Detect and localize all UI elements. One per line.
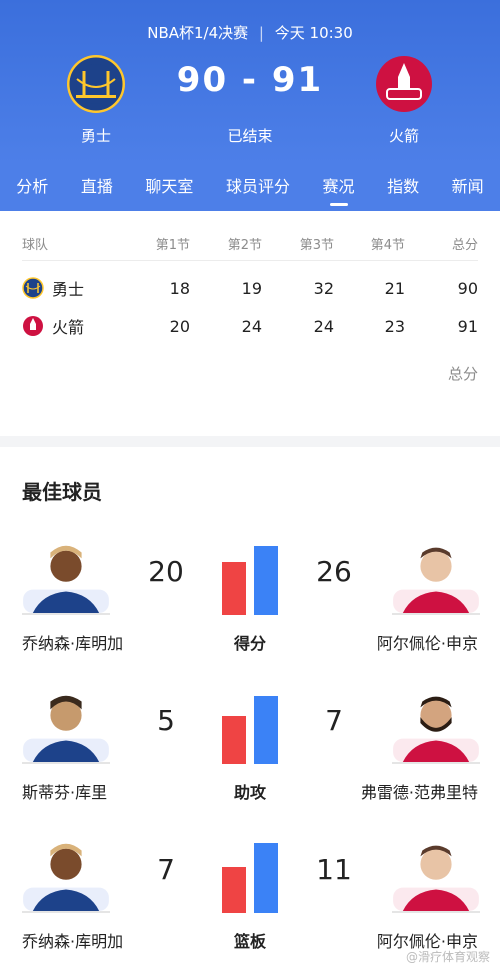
comparison-bars xyxy=(222,696,278,764)
total-score: 91 xyxy=(457,316,478,336)
tab-chatroom[interactable]: 聊天室 xyxy=(145,163,193,211)
right-value: 11 xyxy=(316,853,352,886)
q1-score: 20 xyxy=(169,316,190,336)
tab-analysis[interactable]: 分析 xyxy=(16,163,48,211)
team-name: 火箭 xyxy=(52,318,85,337)
right-bar xyxy=(254,696,278,764)
away-team-name: 火箭 xyxy=(388,127,419,145)
header-q3: 第3节 xyxy=(299,237,334,253)
player-avatar xyxy=(392,547,480,615)
left-bar xyxy=(222,562,246,615)
stat-label: 篮板 xyxy=(233,932,266,951)
tab-live[interactable]: 直播 xyxy=(81,163,113,211)
stat-block-assists: 5 7 斯蒂芬·库里 助攻 弗雷德·范弗里特 xyxy=(0,684,500,814)
warriors-mini-icon xyxy=(22,277,44,299)
stat-label: 助攻 xyxy=(233,783,266,802)
right-bar xyxy=(254,843,278,913)
stat-label: 得分 xyxy=(233,634,266,653)
tab-game-status[interactable]: 赛况 xyxy=(323,163,355,211)
match-header: NBA杯1/4决赛 | 今天 10:30 勇士 90 - 91 已结束 火箭 xyxy=(0,0,500,163)
tab-player-ratings[interactable]: 球员评分 xyxy=(226,163,290,211)
stat-block-points: 20 26 乔纳森·库明加 得分 阿尔佩伦·申京 xyxy=(0,535,500,665)
left-bar xyxy=(222,867,246,913)
header-q1: 第1节 xyxy=(155,237,190,253)
away-team[interactable]: 火箭 xyxy=(374,55,434,145)
table-row: 勇士 18 19 32 21 90 xyxy=(22,270,478,306)
player-avatar xyxy=(22,695,110,764)
section-title: 最佳球员 xyxy=(22,480,102,504)
q4-score: 21 xyxy=(384,278,405,298)
right-value: 7 xyxy=(325,704,343,737)
boxscore: 球队 第1节 第2节 第3节 第4节 总分 勇士 18 19 32 21 90 xyxy=(0,211,500,436)
q4-score: 23 xyxy=(384,316,405,336)
q1-score: 18 xyxy=(169,278,190,298)
q3-score: 24 xyxy=(313,316,334,336)
q2-score: 24 xyxy=(241,316,262,336)
player-avatar xyxy=(22,843,110,913)
player-avatar xyxy=(22,545,110,615)
team-name: 勇士 xyxy=(52,280,85,299)
match-time: 今天 10:30 xyxy=(274,24,353,42)
boxscore-header: 球队 第1节 第2节 第3节 第4节 总分 xyxy=(22,225,478,261)
header-team: 球队 xyxy=(22,237,49,253)
header-total: 总分 xyxy=(451,237,478,253)
team-cell: 勇士 xyxy=(22,276,84,300)
comparison-bars xyxy=(222,843,278,913)
left-value: 7 xyxy=(157,853,175,886)
stat-block-rebounds: 7 11 乔纳森·库明加 篮板 阿尔佩伦·申京 xyxy=(0,833,500,963)
player-avatar xyxy=(392,696,480,764)
total-score: 90 xyxy=(457,278,478,298)
rockets-logo-icon xyxy=(376,56,432,112)
right-player-name[interactable]: 弗雷德·范弗里特 xyxy=(361,779,478,803)
header-q4: 第4节 xyxy=(370,237,405,253)
header-q2: 第2节 xyxy=(227,237,262,253)
divider xyxy=(22,260,478,261)
team-cell: 火箭 xyxy=(22,314,84,338)
table-row: 火箭 20 24 24 23 91 xyxy=(22,308,478,344)
left-value: 20 xyxy=(148,555,184,588)
tab-news[interactable]: 新闻 xyxy=(452,163,484,211)
match-info: NBA杯1/4决赛 | 今天 10:30 xyxy=(0,22,500,43)
tab-index[interactable]: 指数 xyxy=(387,163,419,211)
tab-bar: 分析 直播 聊天室 球员评分 赛况 指数 新闻 xyxy=(0,163,500,211)
left-player-name[interactable]: 乔纳森·库明加 xyxy=(22,630,123,654)
q3-score: 32 xyxy=(313,278,334,298)
event-name: NBA杯1/4决赛 xyxy=(147,24,249,42)
player-avatar xyxy=(392,845,480,913)
left-player-name[interactable]: 乔纳森·库明加 xyxy=(22,928,123,952)
comparison-bars xyxy=(222,546,278,615)
left-value: 5 xyxy=(157,704,175,737)
best-players-section: 最佳球员 20 26 乔纳森·库明加 得分 阿尔佩伦·申京 5 7 斯蒂芬·库里… xyxy=(0,447,500,973)
left-bar xyxy=(222,716,246,764)
info-separator: | xyxy=(258,24,264,42)
total-toggle[interactable]: 总分 xyxy=(448,363,478,384)
rockets-mini-icon xyxy=(23,316,43,336)
right-bar xyxy=(254,546,278,615)
right-value: 26 xyxy=(316,555,352,588)
left-player-name[interactable]: 斯蒂芬·库里 xyxy=(22,779,107,803)
watermark: @滑疗体育观察 xyxy=(405,950,490,964)
right-player-name[interactable]: 阿尔佩伦·申京 xyxy=(377,630,478,654)
q2-score: 19 xyxy=(241,278,262,298)
